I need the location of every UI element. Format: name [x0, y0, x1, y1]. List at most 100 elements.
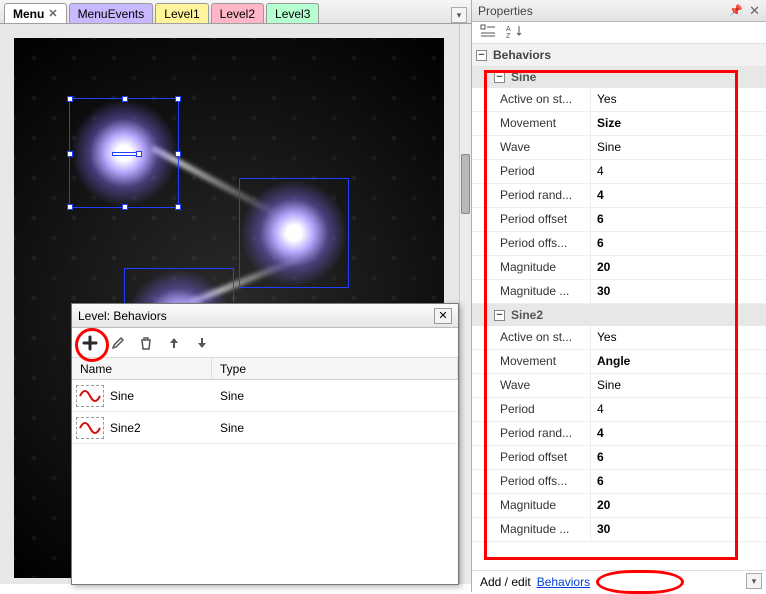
property-key: Period	[472, 398, 590, 421]
property-row[interactable]: Magnitude ...30	[472, 280, 766, 304]
property-value[interactable]: Sine	[590, 136, 766, 159]
tabs-overflow-button[interactable]: ▾	[451, 7, 467, 23]
property-row[interactable]: Period offset6	[472, 446, 766, 470]
resize-handle[interactable]	[67, 204, 73, 210]
add-behavior-button[interactable]	[80, 333, 100, 353]
property-key: Active on st...	[472, 326, 590, 349]
delete-behavior-button[interactable]	[136, 333, 156, 353]
property-key: Period rand...	[472, 422, 590, 445]
tab-close-icon[interactable]: ✕	[48, 7, 57, 20]
behavior-row[interactable]: SineSine	[72, 380, 458, 412]
property-value[interactable]: 4	[590, 160, 766, 183]
tab-level3[interactable]: Level3	[266, 3, 319, 23]
property-value[interactable]: 6	[590, 470, 766, 493]
property-key: Period rand...	[472, 184, 590, 207]
alpha-sort-button[interactable]: AZ	[506, 24, 524, 41]
behavior-name: Sine	[108, 389, 212, 403]
property-value[interactable]: 6	[590, 232, 766, 255]
edit-behavior-button[interactable]	[108, 333, 128, 353]
resize-handle[interactable]	[175, 96, 181, 102]
collapse-icon[interactable]: −	[476, 50, 487, 61]
resize-handle[interactable]	[175, 151, 181, 157]
property-row[interactable]: WaveSine	[472, 136, 766, 160]
svg-text:A: A	[506, 26, 511, 33]
dialog-titlebar[interactable]: Level: Behaviors ✕	[72, 304, 458, 328]
property-value[interactable]: 6	[590, 446, 766, 469]
property-section-behaviors[interactable]: − Behaviors	[472, 44, 766, 66]
property-row[interactable]: WaveSine	[472, 374, 766, 398]
pin-icon[interactable]: 📌	[729, 4, 743, 17]
property-key: Movement	[472, 350, 590, 373]
panel-close-button[interactable]: ✕	[749, 3, 760, 19]
property-value[interactable]: 4	[590, 184, 766, 207]
property-value[interactable]: 4	[590, 422, 766, 445]
property-row[interactable]: Magnitude20	[472, 256, 766, 280]
panel-header[interactable]: Properties 📌 ✕	[472, 0, 766, 22]
resize-handle[interactable]	[67, 151, 73, 157]
plus-icon	[82, 335, 98, 351]
property-row[interactable]: Period offs...6	[472, 232, 766, 256]
resize-handle[interactable]	[122, 96, 128, 102]
trash-icon	[138, 335, 154, 351]
panel-title: Properties	[478, 4, 533, 18]
origin-handle[interactable]	[136, 151, 142, 157]
section-label: Behaviors	[493, 48, 551, 62]
property-value[interactable]: 20	[590, 494, 766, 517]
property-value[interactable]: Size	[590, 112, 766, 135]
property-value[interactable]: Yes	[590, 326, 766, 349]
origin-handle[interactable]	[112, 152, 138, 156]
arrow-down-icon	[194, 335, 210, 351]
tab-menu[interactable]: Menu✕	[4, 3, 67, 23]
tab-strip: Menu✕MenuEvents Level1 Level2Level3 ▾	[0, 0, 471, 24]
resize-handle[interactable]	[175, 204, 181, 210]
property-row[interactable]: Period rand...4	[472, 422, 766, 446]
property-row[interactable]: MovementAngle	[472, 350, 766, 374]
property-value[interactable]: Angle	[590, 350, 766, 373]
property-row[interactable]: Magnitude ...30	[472, 518, 766, 542]
dialog-title: Level: Behaviors	[78, 309, 167, 323]
dialog-close-button[interactable]: ✕	[434, 308, 452, 324]
property-row[interactable]: Period offset6	[472, 208, 766, 232]
property-key: Magnitude ...	[472, 518, 590, 541]
property-group-sine2[interactable]: −Sine2	[472, 304, 766, 326]
behaviors-link[interactable]: Behaviors	[537, 575, 590, 589]
resize-handle[interactable]	[122, 204, 128, 210]
property-value[interactable]: 6	[590, 208, 766, 231]
property-value[interactable]: Sine	[590, 374, 766, 397]
property-row[interactable]: Active on st...Yes	[472, 88, 766, 112]
tab-level1[interactable]: Level1	[155, 3, 208, 23]
property-value[interactable]: 4	[590, 398, 766, 421]
vertical-scrollbar[interactable]	[459, 24, 471, 584]
collapse-icon[interactable]: −	[494, 310, 505, 321]
resize-handle[interactable]	[67, 96, 73, 102]
move-down-button[interactable]	[192, 333, 212, 353]
property-key: Wave	[472, 374, 590, 397]
footer-label: Add / edit	[480, 575, 531, 589]
property-row[interactable]: Magnitude20	[472, 494, 766, 518]
tab-level2[interactable]: Level2	[211, 3, 264, 23]
move-up-button[interactable]	[164, 333, 184, 353]
behavior-row[interactable]: Sine2Sine	[72, 412, 458, 444]
properties-overflow-button[interactable]: ▾	[746, 573, 762, 589]
categorize-icon	[480, 24, 496, 38]
canvas-object[interactable]	[239, 178, 349, 288]
property-row[interactable]: Period4	[472, 160, 766, 184]
collapse-icon[interactable]: −	[494, 72, 505, 83]
property-value[interactable]: 30	[590, 518, 766, 541]
scrollbar-thumb[interactable]	[461, 154, 470, 214]
dialog-toolbar	[72, 328, 458, 358]
property-row[interactable]: MovementSize	[472, 112, 766, 136]
property-value[interactable]: 20	[590, 256, 766, 279]
tab-label: Level1	[164, 7, 199, 21]
selected-object[interactable]	[69, 98, 179, 208]
property-row[interactable]: Period offs...6	[472, 470, 766, 494]
categorized-sort-button[interactable]	[480, 24, 496, 41]
property-row[interactable]: Period rand...4	[472, 184, 766, 208]
property-value[interactable]: 30	[590, 280, 766, 303]
column-header-type[interactable]: Type	[212, 358, 458, 379]
tab-menuevents[interactable]: MenuEvents	[69, 3, 154, 23]
property-group-sine[interactable]: −Sine	[472, 66, 766, 88]
property-row[interactable]: Period4	[472, 398, 766, 422]
property-value[interactable]: Yes	[590, 88, 766, 111]
property-row[interactable]: Active on st...Yes	[472, 326, 766, 350]
